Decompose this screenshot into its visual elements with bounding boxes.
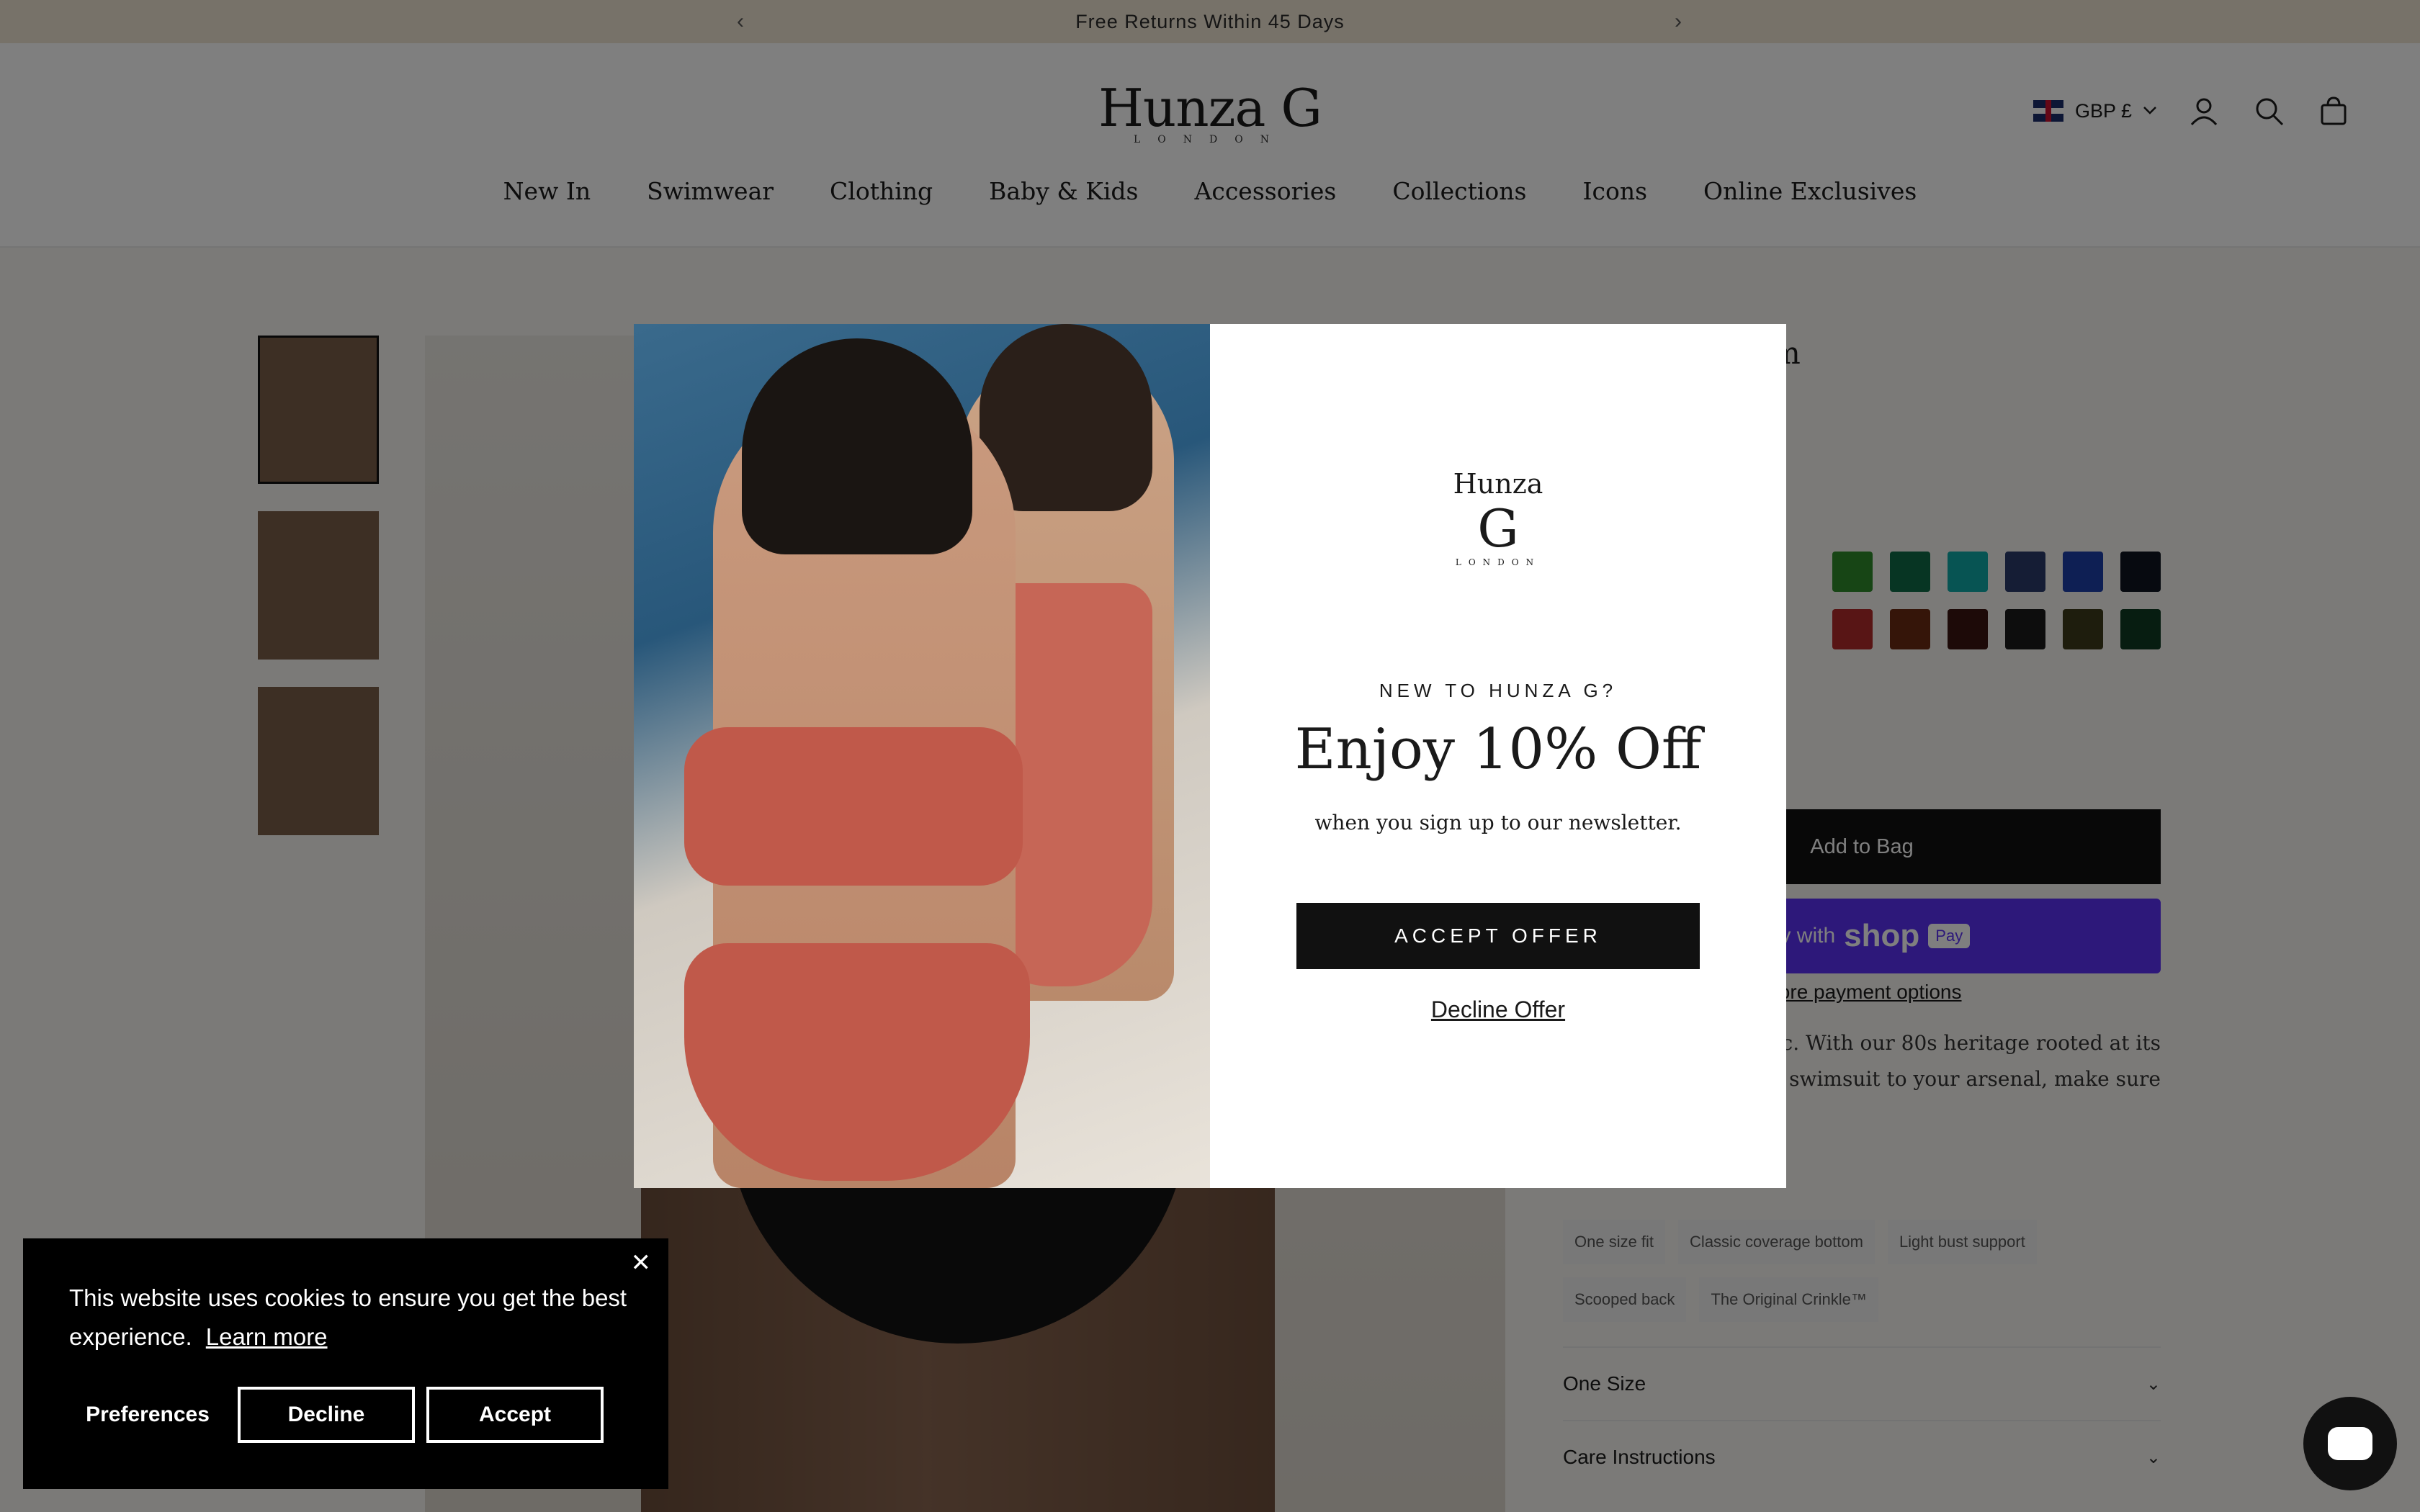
cookie-text: This website uses cookies to ensure you … bbox=[69, 1284, 627, 1350]
close-icon[interactable]: ✕ bbox=[631, 1248, 652, 1277]
cookie-banner: ✕ This website uses cookies to ensure yo… bbox=[23, 1238, 668, 1489]
modal-logo-sub: LONDON bbox=[1455, 557, 1541, 567]
cookie-message: This website uses cookies to ensure you … bbox=[69, 1279, 645, 1356]
model-hair bbox=[742, 338, 972, 554]
modal-content: Hunza G LONDON NEW TO HUNZA G? Enjoy 10%… bbox=[1210, 324, 1786, 1188]
accept-offer-button[interactable]: ACCEPT OFFER bbox=[1296, 903, 1700, 969]
chat-button[interactable] bbox=[2303, 1397, 2397, 1490]
bikini-bottom-shape bbox=[684, 943, 1030, 1181]
chat-bubble-icon bbox=[2328, 1427, 2372, 1460]
newsletter-modal: Hunza G LONDON NEW TO HUNZA G? Enjoy 10%… bbox=[634, 324, 1786, 1188]
modal-logo: Hunza G LONDON bbox=[1426, 468, 1570, 598]
cookie-buttons: Preferences Decline Accept bbox=[69, 1387, 604, 1443]
learn-more-link[interactable]: Learn more bbox=[206, 1323, 328, 1350]
modal-logo-word: Hunza bbox=[1453, 468, 1543, 500]
decline-offer-link[interactable]: Decline Offer bbox=[1210, 996, 1786, 1023]
modal-photo bbox=[634, 324, 1210, 1188]
modal-eyebrow: NEW TO HUNZA G? bbox=[1379, 680, 1618, 701]
modal-logo-letter: G bbox=[1477, 498, 1519, 559]
bikini-top-shape bbox=[684, 727, 1023, 886]
accept-button[interactable]: Accept bbox=[426, 1387, 604, 1443]
modal-title: Enjoy 10% Off bbox=[1294, 717, 1702, 782]
decline-button[interactable]: Decline bbox=[238, 1387, 415, 1443]
modal-subtitle: when you sign up to our newsletter. bbox=[1314, 811, 1682, 834]
preferences-button[interactable]: Preferences bbox=[69, 1387, 226, 1443]
